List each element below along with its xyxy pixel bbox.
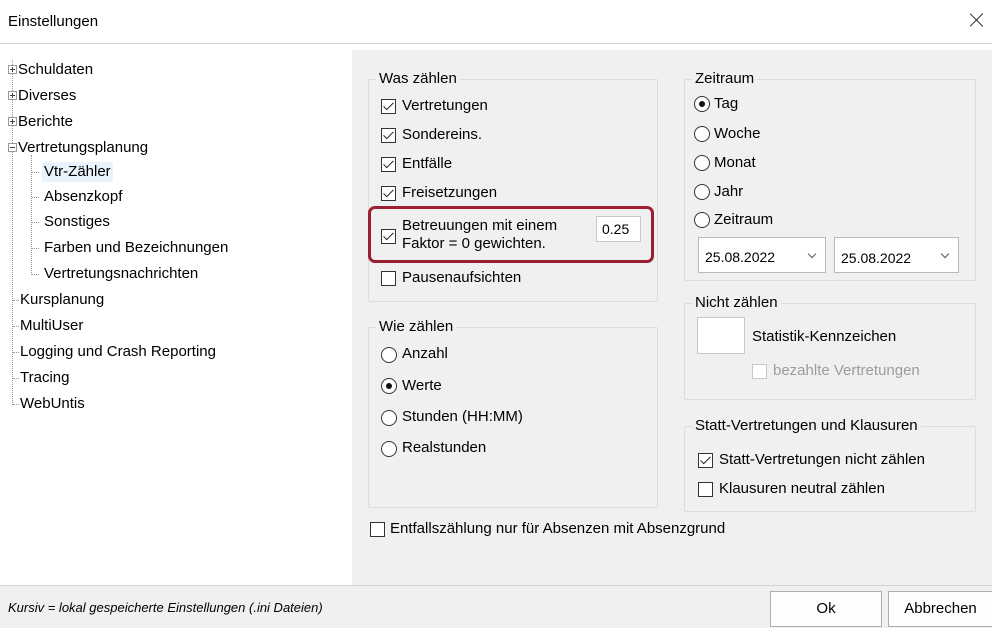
radio-woche[interactable] [694,126,710,142]
chevron-down-icon [940,249,950,259]
pausenaufsichten-checkbox[interactable] [381,271,396,286]
tree-item-diverses[interactable]: Diverses [18,86,76,106]
title-bar: Einstellungen [0,0,992,44]
sondereins-label: Sondereins. [402,126,483,143]
radio-zeitraum-label: Zeitraum [714,211,774,228]
group-label: Was zählen [376,70,460,88]
tree-item-webuntis[interactable]: WebUntis [20,394,85,414]
freisetzungen-label: Freisetzungen [402,184,498,201]
radio-tag[interactable] [694,96,710,112]
tree-item-vertretungsnachrichten[interactable]: Vertretungsnachrichten [44,264,198,284]
tree-item-sonstiges[interactable]: Sonstiges [44,212,110,232]
expand-icon[interactable] [8,117,17,126]
radio-jahr-label: Jahr [714,183,744,200]
pausenaufsichten-label: Pausenaufsichten [402,269,522,286]
tree-item-logging[interactable]: Logging und Crash Reporting [20,342,216,362]
radio-realstunden[interactable] [381,441,397,457]
klausuren-label: Klausuren neutral zählen [719,480,885,497]
tree-item-vertretungsplanung[interactable]: Vertretungsplanung [18,138,148,158]
collapse-icon[interactable] [8,143,17,152]
ok-button[interactable]: Ok [770,591,882,627]
radio-werte-label: Werte [402,377,442,394]
tree-item-absenzkopf[interactable]: Absenzkopf [44,187,122,207]
radio-zeitraum[interactable] [694,212,710,228]
radio-monat-label: Monat [714,154,756,171]
radio-anzahl-label: Anzahl [402,345,448,362]
entfall-absenz-checkbox[interactable] [370,522,385,537]
status-hint: Kursiv = lokal gespeicherte Einstellunge… [8,600,323,615]
statt-nicht-label: Statt-Vertretungen nicht zählen [719,451,925,468]
to-date-value: 25.08.2022 [841,250,912,266]
entfall-absenz-label: Entfallszählung nur für Absenzen mit Abs… [390,520,726,537]
expand-icon[interactable] [8,91,17,100]
status-bar: Kursiv = lokal gespeicherte Einstellunge… [0,585,992,628]
radio-tag-label: Tag [714,95,739,112]
expand-icon[interactable] [8,65,17,74]
from-date-picker[interactable]: 25.08.2022 [698,237,826,273]
window-title: Einstellungen [8,13,99,30]
to-date-picker[interactable]: 25.08.2022 [834,237,959,273]
radio-realstunden-label: Realstunden [402,439,487,456]
entfaelle-checkbox[interactable] [381,157,396,172]
kennzeichen-input[interactable] [697,317,745,354]
tree-item-farben[interactable]: Farben und Bezeichnungen [44,238,228,258]
group-label: Statt-Vertretungen und Klausuren [692,417,921,435]
from-date-value: 25.08.2022 [705,249,776,265]
radio-woche-label: Woche [714,125,761,142]
radio-stunden[interactable] [381,410,397,426]
tree-item-kursplanung[interactable]: Kursplanung [20,290,104,310]
tree-item-vtr-zaehler[interactable]: Vtr-Zähler [42,162,113,182]
tree-item-multiuser[interactable]: MultiUser [20,316,83,336]
chevron-down-icon [807,249,817,259]
close-icon[interactable] [966,9,988,31]
group-statt-vertretungen: Statt-Vertretungen und Klausuren [684,417,976,512]
sondereins-checkbox[interactable] [381,128,396,143]
highlight-frame [368,206,654,263]
tree-item-tracing[interactable]: Tracing [20,368,69,388]
radio-monat[interactable] [694,155,710,171]
vertretungen-label: Vertretungen [402,97,488,114]
group-label: Nicht zählen [692,294,781,312]
entfaelle-label: Entfälle [402,155,453,172]
statt-nicht-checkbox[interactable] [698,453,713,468]
radio-werte[interactable] [381,378,397,394]
bezahlte-checkbox[interactable] [752,364,767,379]
tree-item-berichte[interactable]: Berichte [18,112,73,132]
tree-item-schuldaten[interactable]: Schuldaten [18,60,93,80]
bezahlte-label: bezahlte Vertretungen [773,362,920,379]
kennzeichen-label: Statistik-Kennzeichen [752,328,897,345]
vertretungen-checkbox[interactable] [381,99,396,114]
settings-tree: Schuldaten Diverses Berichte Vertretungs… [6,50,352,585]
radio-stunden-label: Stunden (HH:MM) [402,408,523,425]
group-label: Wie zählen [376,318,457,336]
radio-anzahl[interactable] [381,347,397,363]
radio-jahr[interactable] [694,184,710,200]
freisetzungen-checkbox[interactable] [381,186,396,201]
klausuren-checkbox[interactable] [698,482,713,497]
cancel-button[interactable]: Abbrechen [888,591,992,627]
group-label: Zeitraum [692,70,758,88]
